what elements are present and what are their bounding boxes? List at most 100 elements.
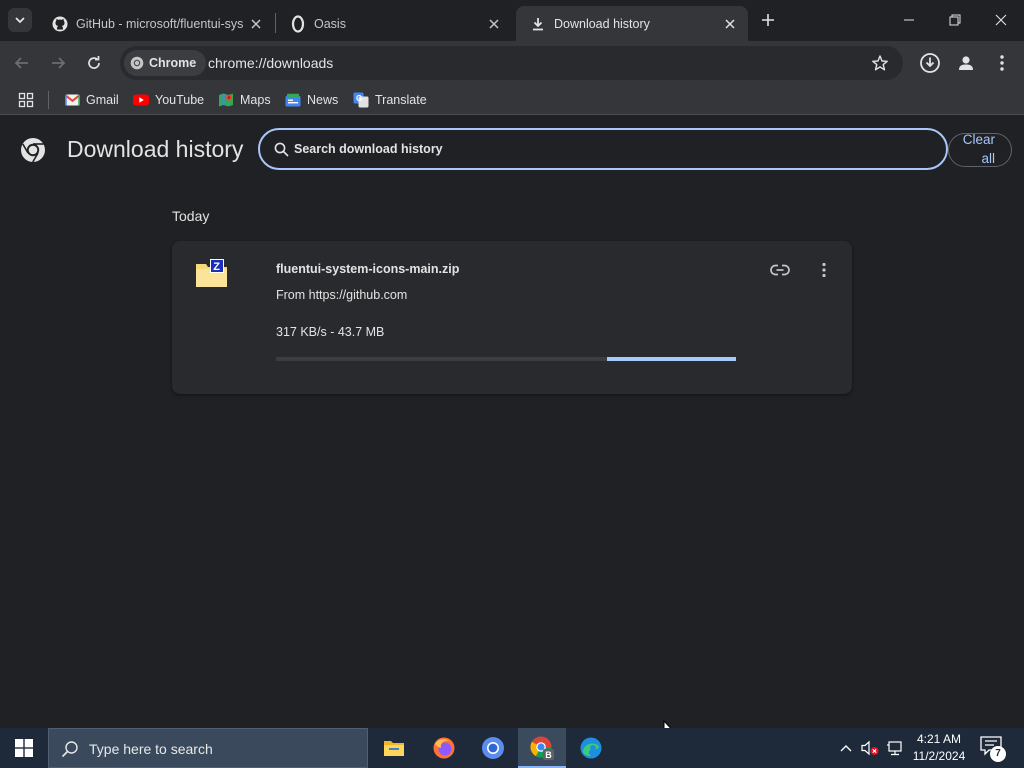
bookmark-label: News <box>307 93 339 107</box>
close-icon[interactable] <box>248 16 264 32</box>
start-button[interactable] <box>0 728 48 768</box>
tab-strip: GitHub - microsoft/fluentui-sys Oasis Do… <box>0 0 1024 41</box>
bookmark-label: Maps <box>240 93 271 107</box>
search-icon <box>274 142 289 157</box>
arrow-right-icon <box>52 57 66 69</box>
taskbar-edge[interactable] <box>567 728 615 768</box>
search-download-history-field[interactable] <box>258 128 948 170</box>
clock-time: 4:21 AM <box>916 732 962 746</box>
reload-icon <box>88 56 100 69</box>
link-icon <box>770 264 790 276</box>
chevron-down-icon <box>15 17 25 24</box>
oasis-icon <box>290 14 306 33</box>
news-icon <box>285 92 301 108</box>
search-input[interactable] <box>294 138 914 160</box>
download-item: Z fluentui-system-icons-main.zip From ht… <box>172 241 852 394</box>
windows-taskbar: Type here to search B 4:21 AM 11/2/2024 … <box>0 728 1024 768</box>
bookmarks-separator <box>48 91 49 109</box>
close-icon[interactable] <box>486 16 502 32</box>
close-icon <box>995 14 1007 26</box>
downloads-button[interactable] <box>918 51 942 75</box>
chrome-icon: B <box>530 736 554 760</box>
download-status: 317 KB/s - 43.7 MB <box>276 325 385 339</box>
downloads-page: Download history Clear all Today Z fluen… <box>0 116 1024 740</box>
github-icon <box>52 16 68 32</box>
bookmark-gmail[interactable]: Gmail <box>64 91 119 109</box>
arrow-left-icon <box>14 57 28 69</box>
tray-overflow-button[interactable] <box>836 738 856 758</box>
taskbar-file-explorer[interactable] <box>370 728 418 768</box>
url-text: chrome://downloads <box>208 55 334 71</box>
chromium-icon <box>482 737 504 759</box>
bookmark-label: Gmail <box>86 93 119 107</box>
zip-file-icon: Z <box>194 258 230 288</box>
svg-text:G: G <box>356 94 362 103</box>
restore-button[interactable] <box>932 0 978 40</box>
download-progress-bar <box>276 357 736 361</box>
progress-fill <box>607 357 736 361</box>
clear-all-button[interactable]: Clear all <box>948 132 1012 167</box>
forward-button[interactable] <box>46 51 70 75</box>
chrome-chip[interactable]: Chrome <box>124 50 207 76</box>
tab-download-history[interactable]: Download history <box>516 6 748 41</box>
bookmark-youtube[interactable]: YouTube <box>133 91 204 109</box>
star-icon <box>872 55 888 71</box>
page-title: Download history <box>67 136 244 162</box>
menu-button[interactable] <box>990 51 1014 75</box>
apps-grid-icon <box>18 92 34 108</box>
tab-oasis[interactable]: Oasis <box>276 6 512 41</box>
download-icon <box>530 16 546 32</box>
chip-label: Chrome <box>149 56 197 70</box>
plus-icon <box>762 14 774 26</box>
bookmark-translate[interactable]: G Translate <box>353 91 427 109</box>
close-window-button[interactable] <box>978 0 1024 40</box>
bookmark-label: Translate <box>375 93 427 107</box>
clear-all-label-line1: Clear <box>962 132 995 147</box>
svg-text:Z: Z <box>213 261 220 273</box>
taskbar-search-placeholder: Type here to search <box>89 741 213 757</box>
taskbar-clock[interactable]: 4:21 AM 11/2/2024 <box>908 731 970 765</box>
notification-center-button[interactable]: 7 <box>980 736 1006 762</box>
clock-date: 11/2/2024 <box>912 749 966 763</box>
new-tab-button[interactable] <box>758 10 778 30</box>
kebab-menu-icon <box>1000 55 1004 71</box>
address-bar[interactable]: Chrome chrome://downloads <box>120 46 903 80</box>
network-button[interactable] <box>885 738 905 758</box>
back-button[interactable] <box>10 51 34 75</box>
tab-title: GitHub - microsoft/fluentui-sys <box>76 16 244 31</box>
minimize-icon <box>904 19 914 21</box>
volume-muted-icon <box>861 740 879 756</box>
clear-all-label-line2: all <box>981 151 995 166</box>
file-name-link[interactable]: fluentui-system-icons-main.zip <box>276 262 459 276</box>
tab-github[interactable]: GitHub - microsoft/fluentui-sys <box>38 6 274 41</box>
taskbar-chromium[interactable] <box>469 728 517 768</box>
chrome-logo-icon <box>20 137 46 163</box>
person-icon <box>959 56 973 70</box>
profile-button[interactable] <box>954 51 978 75</box>
file-source: From https://github.com <box>276 288 408 302</box>
copy-link-button[interactable] <box>768 258 792 282</box>
taskbar-chrome[interactable]: B <box>518 728 566 768</box>
download-circle-icon <box>920 53 940 73</box>
bookmark-star-button[interactable] <box>871 54 889 72</box>
bookmark-news[interactable]: News <box>285 91 338 109</box>
date-header: Today <box>172 208 210 224</box>
kebab-menu-icon <box>822 262 826 278</box>
svg-text:B: B <box>545 750 552 760</box>
volume-button[interactable] <box>860 738 880 758</box>
tab-title: Oasis <box>314 16 346 31</box>
reload-button[interactable] <box>82 51 106 75</box>
tab-search-button[interactable] <box>8 8 32 32</box>
gmail-icon <box>64 92 80 108</box>
more-actions-button[interactable] <box>812 258 836 282</box>
bookmarks-bar: Gmail YouTube Maps News G Translate <box>0 85 1024 115</box>
taskbar-firefox[interactable] <box>420 728 468 768</box>
bookmark-maps[interactable]: Maps <box>218 91 271 109</box>
close-icon[interactable] <box>722 16 738 32</box>
browser-toolbar: Chrome chrome://downloads <box>0 41 1024 85</box>
minimize-button[interactable] <box>886 0 932 40</box>
windows-logo-icon <box>15 739 33 757</box>
apps-button[interactable] <box>18 91 34 109</box>
file-explorer-icon <box>384 741 404 756</box>
taskbar-search-box[interactable]: Type here to search <box>48 728 368 768</box>
